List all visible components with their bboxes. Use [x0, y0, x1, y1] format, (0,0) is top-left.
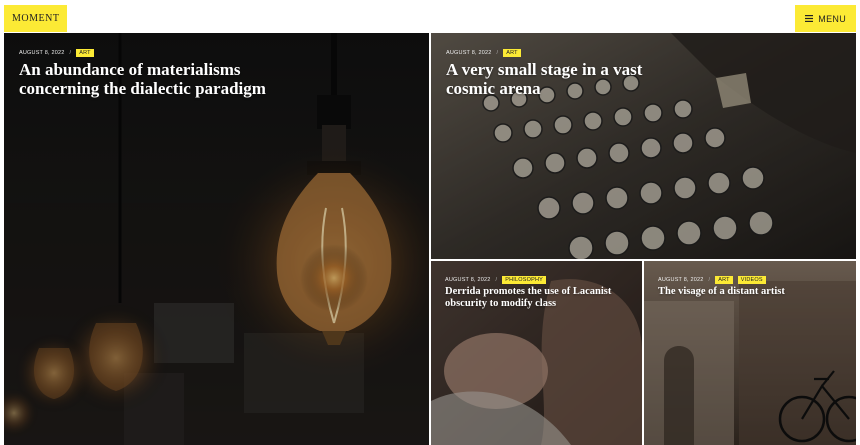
- post-card-artist[interactable]: AUGUST 8, 2022 / ART VIDEOS The visage o…: [644, 261, 856, 445]
- post-title[interactable]: An abundance of materialisms concerning …: [19, 60, 279, 98]
- post-date: AUGUST 8, 2022: [658, 277, 704, 283]
- post-card-featured[interactable]: AUGUST 8, 2022 / ART An abundance of mat…: [4, 33, 429, 445]
- post-meta: AUGUST 8, 2022 / ART: [446, 49, 521, 57]
- site-header: MOMENT MENU: [0, 0, 860, 33]
- meta-separator: /: [496, 50, 499, 56]
- post-title[interactable]: A very small stage in a vast cosmic aren…: [446, 60, 676, 98]
- site-logo[interactable]: MOMENT: [4, 5, 68, 32]
- post-meta: AUGUST 8, 2022 / ART VIDEOS: [658, 276, 766, 284]
- category-badge[interactable]: ART: [76, 49, 94, 57]
- meta-separator: /: [708, 277, 711, 283]
- category-badge[interactable]: ART: [715, 276, 733, 284]
- meta-separator: /: [495, 277, 498, 283]
- category-badge-secondary[interactable]: VIDEOS: [737, 276, 766, 284]
- post-title[interactable]: The visage of a distant artist: [658, 286, 848, 298]
- post-meta: AUGUST 8, 2022 / ART: [19, 49, 94, 57]
- post-meta: AUGUST 8, 2022 / PHILOSOPHY: [445, 276, 546, 284]
- post-date: AUGUST 8, 2022: [445, 277, 491, 283]
- category-badge[interactable]: PHILOSOPHY: [502, 276, 546, 284]
- post-date: AUGUST 8, 2022: [19, 50, 65, 56]
- meta-separator: /: [69, 50, 72, 56]
- post-card-philosophy[interactable]: AUGUST 8, 2022 / PHILOSOPHY Derrida prom…: [431, 261, 642, 445]
- post-date: AUGUST 8, 2022: [446, 50, 492, 56]
- post-title[interactable]: Derrida promotes the use of Lacanist obs…: [445, 286, 635, 310]
- menu-label: MENU: [818, 13, 846, 24]
- category-badge[interactable]: ART: [503, 49, 521, 57]
- hamburger-icon: [805, 15, 814, 22]
- menu-button[interactable]: MENU: [795, 5, 856, 32]
- post-card-typewriter[interactable]: AUGUST 8, 2022 / ART A very small stage …: [431, 33, 856, 259]
